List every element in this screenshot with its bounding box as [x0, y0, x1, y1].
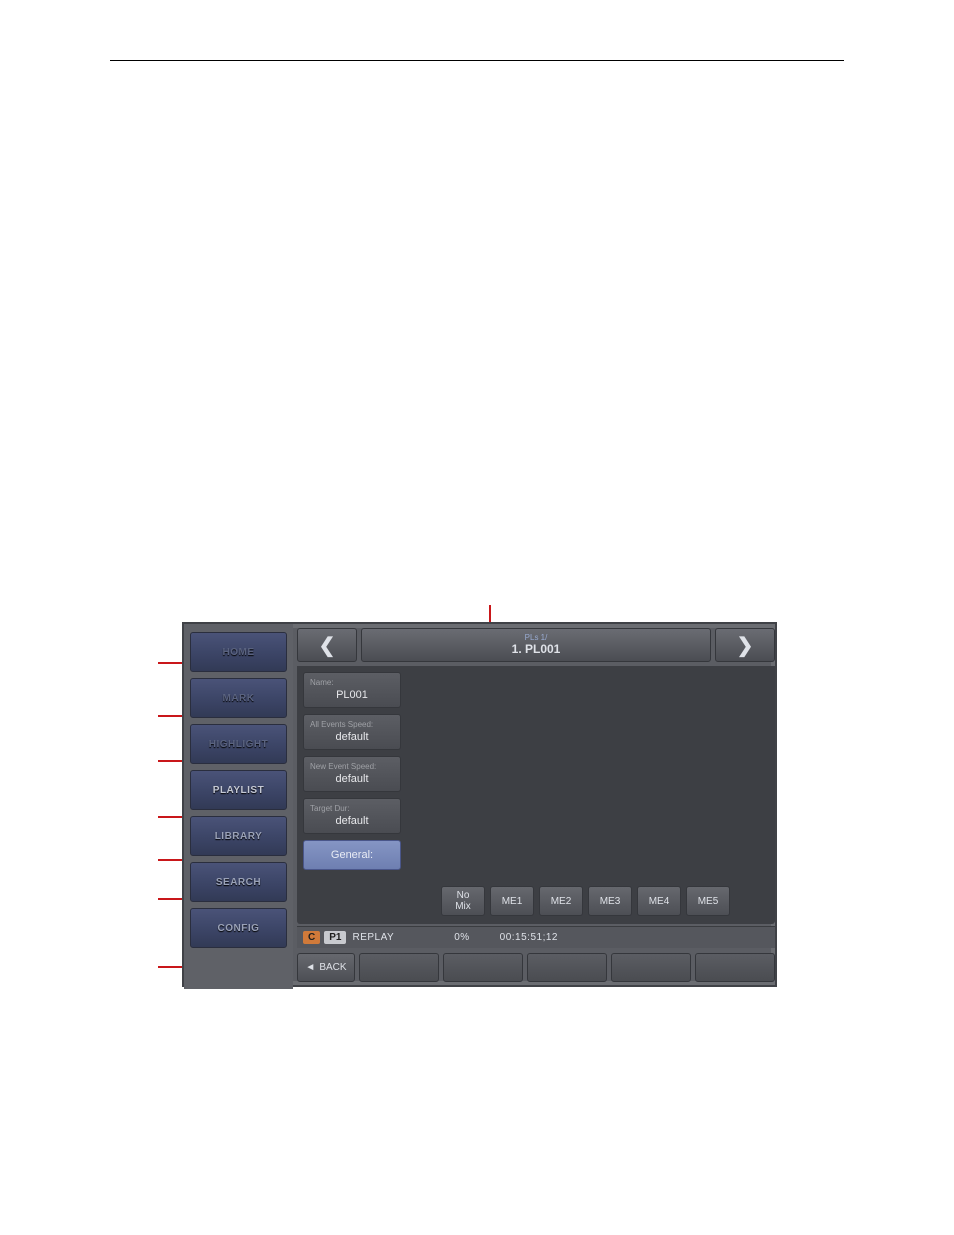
footer-slot-6[interactable] [695, 953, 775, 982]
sidebar-item-search[interactable]: SEARCH [190, 862, 287, 902]
all-events-speed-label: All Events Speed: [310, 720, 394, 730]
me1-button[interactable]: ME1 [490, 886, 534, 916]
sidebar-item-config[interactable]: CONFIG [190, 908, 287, 948]
back-label: BACK [319, 962, 346, 973]
header-crumb: PLs 1/ [525, 632, 548, 642]
me3-button[interactable]: ME3 [588, 886, 632, 916]
footer-slot-2[interactable] [359, 953, 439, 982]
me4-button[interactable]: ME4 [637, 886, 681, 916]
status-bar: C P1 REPLAY 0% 00:15:51;12 [297, 926, 775, 948]
target-dur-label: Target Dur: [310, 804, 394, 814]
new-event-speed-label: New Event Speed: [310, 762, 394, 772]
status-c-badge: C [303, 931, 320, 944]
status-replay: REPLAY [352, 932, 394, 943]
chevron-right-icon: ❯ [737, 633, 754, 658]
name-label: Name: [310, 678, 394, 688]
header-title: 1. PL001 [512, 642, 561, 658]
status-timecode: 00:15:51;12 [500, 932, 558, 943]
sidebar-item-mark[interactable]: MARK [190, 678, 287, 718]
me2-button[interactable]: ME2 [539, 886, 583, 916]
sidebar-item-home[interactable]: HOME [190, 632, 287, 672]
footer-row: ◄ BACK [293, 950, 779, 985]
playlist-ui-panel: HOME MARK HIGHLIGHT PLAYLIST LIBRARY SEA… [182, 622, 777, 987]
horizontal-rule [110, 60, 844, 61]
sidebar-item-highlight[interactable]: HIGHLIGHT [190, 724, 287, 764]
next-button[interactable]: ❯ [715, 628, 775, 662]
me-row: No Mix ME1 ME2 ME3 ME4 ME5 [441, 886, 730, 916]
status-percent: 0% [454, 932, 469, 943]
header-title-button[interactable]: PLs 1/ 1. PL001 [361, 628, 711, 662]
sidebar: HOME MARK HIGHLIGHT PLAYLIST LIBRARY SEA… [184, 624, 293, 989]
header-bar: ❮ PLs 1/ 1. PL001 ❯ [293, 624, 779, 662]
footer-slot-4[interactable] [527, 953, 607, 982]
sidebar-item-playlist[interactable]: PLAYLIST [190, 770, 287, 810]
body-panel: Name: PL001 All Events Speed: default Ne… [297, 666, 775, 924]
status-p1-badge: P1 [324, 931, 346, 944]
chevron-left-icon: ❮ [319, 633, 336, 658]
no-mix-button[interactable]: No Mix [441, 886, 485, 916]
prev-button[interactable]: ❮ [297, 628, 357, 662]
new-event-speed-field[interactable]: New Event Speed: default [303, 756, 401, 792]
back-arrow-icon: ◄ [305, 962, 315, 973]
name-field[interactable]: Name: PL001 [303, 672, 401, 708]
footer-slot-5[interactable] [611, 953, 691, 982]
target-dur-field[interactable]: Target Dur: default [303, 798, 401, 834]
name-value: PL001 [310, 688, 394, 702]
sidebar-item-library[interactable]: LIBRARY [190, 816, 287, 856]
back-button[interactable]: ◄ BACK [297, 953, 355, 982]
general-button[interactable]: General: [303, 840, 401, 870]
footer-slot-3[interactable] [443, 953, 523, 982]
new-event-speed-value: default [310, 772, 394, 786]
all-events-speed-value: default [310, 730, 394, 744]
all-events-speed-field[interactable]: All Events Speed: default [303, 714, 401, 750]
main-area: ❮ PLs 1/ 1. PL001 ❯ Name: PL001 All Even… [293, 624, 779, 989]
me5-button[interactable]: ME5 [686, 886, 730, 916]
target-dur-value: default [310, 814, 394, 828]
